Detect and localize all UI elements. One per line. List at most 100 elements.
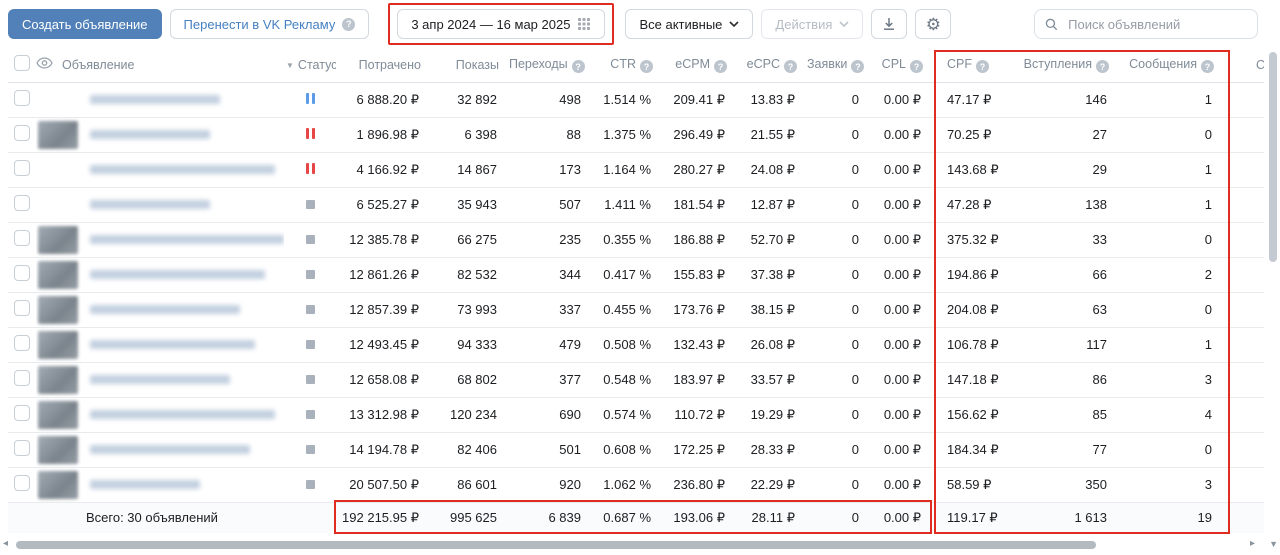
col-header-leads[interactable]: Заявки? bbox=[807, 48, 871, 82]
row-checkbox[interactable] bbox=[14, 230, 30, 246]
status-stopped-icon bbox=[306, 197, 315, 212]
help-icon[interactable]: ? bbox=[976, 60, 989, 73]
cell-leads: 0 bbox=[807, 82, 871, 117]
ad-thumbnail bbox=[38, 436, 78, 464]
col-label: Вступления bbox=[1024, 57, 1092, 71]
col-header-spent[interactable]: Потрачено bbox=[336, 48, 431, 82]
date-range-button[interactable]: 3 апр 2024 — 16 мар 2025 bbox=[397, 9, 605, 39]
col-header-cpf[interactable]: CPF? bbox=[933, 48, 1009, 82]
row-checkbox[interactable] bbox=[14, 405, 30, 421]
row-checkbox[interactable] bbox=[14, 195, 30, 211]
help-icon[interactable]: ? bbox=[714, 60, 727, 73]
col-header-cpl[interactable]: CPL? bbox=[871, 48, 933, 82]
cell-shows: 35 943 bbox=[431, 187, 509, 222]
cell-messages: 0 bbox=[1119, 432, 1224, 467]
row-checkbox[interactable] bbox=[14, 300, 30, 316]
col-header-messages[interactable]: Сообщения? bbox=[1119, 48, 1224, 82]
cell-ecpc: 19.29 ₽ bbox=[737, 397, 807, 432]
create-ad-label: Создать объявление bbox=[22, 17, 148, 32]
search-icon bbox=[1045, 17, 1058, 32]
row-checkbox[interactable] bbox=[14, 160, 30, 176]
cell-cpf: 47.28 ₽ bbox=[933, 187, 1009, 222]
row-checkbox[interactable] bbox=[14, 370, 30, 386]
cell-shows: 32 892 bbox=[431, 82, 509, 117]
cell-spent: 20 507.50 ₽ bbox=[336, 467, 431, 502]
transfer-label: Перенести в VK Рекламу bbox=[184, 17, 336, 32]
ad-name-blurred[interactable] bbox=[90, 165, 275, 174]
table-row: 14 194.78 ₽82 4065010.608 %172.25 ₽28.33… bbox=[8, 432, 1264, 467]
row-checkbox[interactable] bbox=[14, 440, 30, 456]
ad-name-blurred[interactable] bbox=[90, 340, 255, 349]
row-checkbox[interactable] bbox=[14, 265, 30, 281]
row-checkbox[interactable] bbox=[14, 475, 30, 491]
cell-ctr: 1.164 % bbox=[593, 152, 663, 187]
cell-cpf: 58.59 ₽ bbox=[933, 467, 1009, 502]
settings-button[interactable]: ⚙ bbox=[915, 9, 951, 39]
help-icon[interactable]: ? bbox=[640, 60, 653, 73]
help-icon[interactable]: ? bbox=[851, 60, 864, 73]
ad-name-blurred[interactable] bbox=[90, 445, 250, 454]
help-icon[interactable]: ? bbox=[1096, 60, 1109, 73]
cell-joins: 63 bbox=[1009, 292, 1119, 327]
cell-spent: 13 312.98 ₽ bbox=[336, 397, 431, 432]
search-box[interactable] bbox=[1034, 9, 1258, 39]
help-icon[interactable]: ? bbox=[572, 60, 585, 73]
ad-name-blurred[interactable] bbox=[90, 270, 265, 279]
cell-ctr: 1.411 % bbox=[593, 187, 663, 222]
cell-shows: 14 867 bbox=[431, 152, 509, 187]
cell-spent: 12 493.45 ₽ bbox=[336, 327, 431, 362]
ad-name-blurred[interactable] bbox=[90, 410, 275, 419]
cell-partial bbox=[1224, 222, 1264, 257]
search-input[interactable] bbox=[1066, 16, 1247, 33]
ad-name-blurred[interactable] bbox=[90, 375, 230, 384]
help-icon[interactable]: ? bbox=[1201, 60, 1214, 73]
col-header-ecpc[interactable]: eCPC? bbox=[737, 48, 807, 82]
select-all-checkbox[interactable] bbox=[14, 55, 30, 71]
cell-partial bbox=[1224, 432, 1264, 467]
scroll-down-arrow[interactable]: ▼ bbox=[1269, 539, 1278, 549]
totals-ecpm: 193.06 ₽ bbox=[663, 502, 737, 533]
date-range-label: 3 апр 2024 — 16 мар 2025 bbox=[411, 17, 570, 32]
scroll-right-arrow[interactable]: ▸ bbox=[1250, 538, 1255, 549]
col-header-ctr[interactable]: CTR? bbox=[593, 48, 663, 82]
row-checkbox[interactable] bbox=[14, 90, 30, 106]
col-header-ecpm[interactable]: eCPM? bbox=[663, 48, 737, 82]
col-header-joins[interactable]: Вступления? bbox=[1009, 48, 1119, 82]
status-filter-dropdown[interactable]: Все активные bbox=[625, 9, 753, 39]
create-ad-button[interactable]: Создать объявление bbox=[8, 9, 162, 39]
ad-name-blurred[interactable] bbox=[90, 305, 240, 314]
horizontal-scrollbar-thumb[interactable] bbox=[16, 541, 1096, 549]
ad-name-blurred[interactable] bbox=[90, 130, 210, 139]
ad-thumbnail bbox=[38, 296, 78, 324]
table-row: 20 507.50 ₽86 6019201.062 %236.80 ₽22.29… bbox=[8, 467, 1264, 502]
vertical-scrollbar-thumb[interactable] bbox=[1269, 52, 1277, 262]
col-header-shows[interactable]: Показы bbox=[431, 48, 509, 82]
scroll-left-arrow[interactable]: ◂ bbox=[3, 538, 8, 549]
transfer-to-vk-ads-button[interactable]: Перенести в VK Рекламу ? bbox=[170, 9, 370, 39]
cell-leads: 0 bbox=[807, 432, 871, 467]
ad-name-blurred[interactable] bbox=[90, 235, 284, 244]
cell-ecpm: 209.41 ₽ bbox=[663, 82, 737, 117]
row-checkbox[interactable] bbox=[14, 335, 30, 351]
actions-dropdown-disabled: Действия bbox=[761, 9, 863, 39]
ad-name-blurred[interactable] bbox=[90, 95, 220, 104]
cell-spent: 4 166.92 ₽ bbox=[336, 152, 431, 187]
ad-name-blurred[interactable] bbox=[90, 200, 210, 209]
ad-name-blurred[interactable] bbox=[90, 480, 200, 489]
cell-spent: 12 385.78 ₽ bbox=[336, 222, 431, 257]
cell-ecpc: 24.08 ₽ bbox=[737, 152, 807, 187]
cell-partial bbox=[1224, 187, 1264, 222]
col-label: eCPC bbox=[747, 57, 780, 71]
help-icon[interactable]: ? bbox=[342, 18, 355, 31]
cell-cpf: 204.08 ₽ bbox=[933, 292, 1009, 327]
help-icon[interactable]: ? bbox=[910, 60, 923, 73]
help-icon[interactable]: ? bbox=[784, 60, 797, 73]
col-header-status[interactable]: ▼Статус bbox=[284, 48, 336, 82]
row-checkbox[interactable] bbox=[14, 125, 30, 141]
chevron-down-icon bbox=[839, 21, 849, 27]
table-header-row: Объявление▼СтатусПотраченоПоказыПереходы… bbox=[8, 48, 1264, 82]
calendar-grid-icon bbox=[577, 17, 591, 31]
col-header-clicks[interactable]: Переходы? bbox=[509, 48, 593, 82]
col-header-name[interactable]: Объявление bbox=[62, 48, 284, 82]
export-download-button[interactable] bbox=[871, 9, 907, 39]
